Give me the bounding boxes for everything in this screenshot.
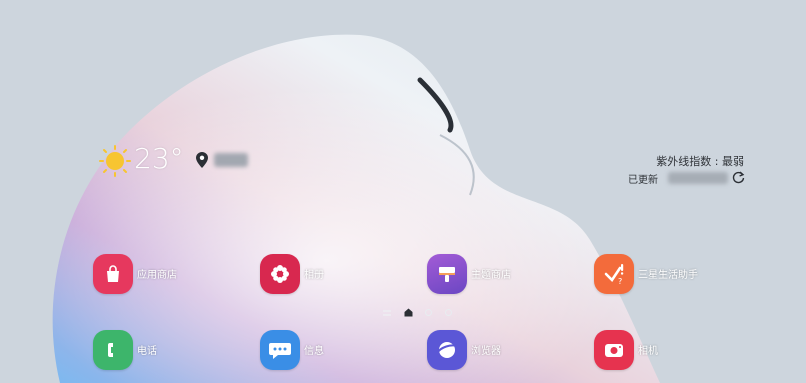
updated-time-redacted <box>668 172 728 184</box>
wallpaper <box>0 0 806 383</box>
location-pin-icon <box>196 152 208 168</box>
app-label: 信息 <box>304 346 324 357</box>
menu-lines-icon <box>383 310 391 316</box>
paint-brush-icon <box>427 254 467 294</box>
page-dot[interactable] <box>425 309 432 316</box>
location-name-redacted <box>214 153 248 167</box>
camera-icon <box>594 330 634 370</box>
app-label: 三星生活助手 <box>638 270 698 281</box>
updated-label: 已更新 <box>628 175 658 186</box>
home-screen: 23° 紫外线指数 : 最弱 已更新 应用商店 相册 主题商店 ? 三星生活助手… <box>0 0 806 383</box>
app-label: 相机 <box>638 346 658 357</box>
checkmark-icon: ? <box>594 254 634 294</box>
chat-icon <box>260 330 300 370</box>
app-label: 相册 <box>304 270 324 281</box>
phone-icon <box>93 330 133 370</box>
flower-icon <box>260 254 300 294</box>
app-label: 应用商店 <box>137 270 177 281</box>
sun-icon <box>99 145 131 177</box>
bag-icon <box>93 254 133 294</box>
app-label: 电话 <box>137 346 157 357</box>
uv-index: 紫外线指数 : 最弱 <box>656 155 744 168</box>
svg-text:?: ? <box>618 277 622 286</box>
planet-icon <box>427 330 467 370</box>
home-page-icon <box>404 308 413 317</box>
app-label: 主题商店 <box>471 270 511 281</box>
temperature: 23° <box>134 142 184 175</box>
app-label: 浏览器 <box>471 346 501 357</box>
page-dot[interactable] <box>445 309 452 316</box>
page-indicator[interactable] <box>383 308 463 318</box>
refresh-icon[interactable] <box>732 171 745 184</box>
